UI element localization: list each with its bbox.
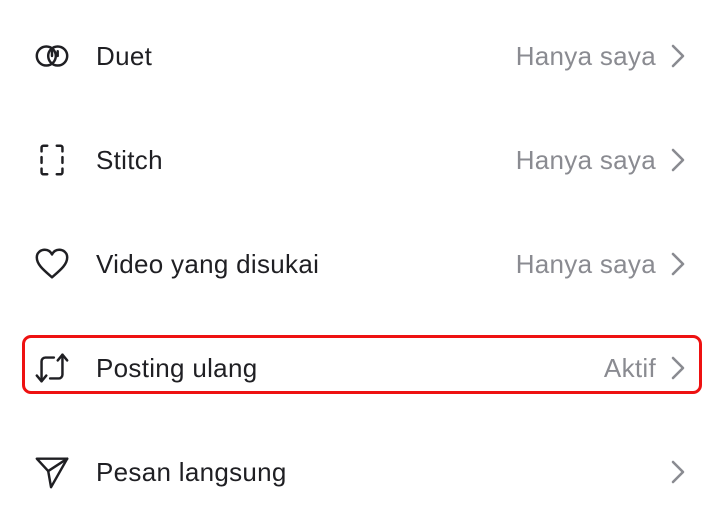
- heart-icon: [32, 244, 72, 284]
- chevron-right-icon: [668, 249, 688, 279]
- setting-value: Hanya saya: [515, 248, 656, 279]
- setting-value: Hanya saya: [515, 40, 656, 71]
- stitch-icon: [32, 140, 72, 180]
- chevron-right-icon: [668, 41, 688, 71]
- repost-icon: [32, 348, 72, 388]
- chevron-right-icon: [668, 457, 688, 487]
- setting-row-repost[interactable]: Posting ulang Aktif: [0, 333, 720, 403]
- setting-value: Hanya saya: [515, 144, 656, 175]
- setting-label: Pesan langsung: [96, 456, 287, 487]
- setting-row-liked-videos[interactable]: Video yang disukai Hanya saya: [0, 229, 720, 299]
- chevron-right-icon: [668, 353, 688, 383]
- setting-label: Stitch: [96, 144, 163, 175]
- setting-row-duet[interactable]: Duet Hanya saya: [0, 21, 720, 91]
- setting-row-stitch[interactable]: Stitch Hanya saya: [0, 125, 720, 195]
- setting-label: Video yang disukai: [96, 248, 320, 279]
- chevron-right-icon: [668, 145, 688, 175]
- setting-label: Duet: [96, 40, 153, 71]
- privacy-settings-list: Duet Hanya saya Stitch Hanya saya Video …: [0, 0, 720, 523]
- setting-row-direct-messages[interactable]: Pesan langsung: [0, 437, 720, 507]
- send-icon: [32, 452, 72, 492]
- setting-label: Posting ulang: [96, 352, 258, 383]
- duet-icon: [32, 36, 72, 76]
- setting-value: Aktif: [603, 352, 656, 383]
